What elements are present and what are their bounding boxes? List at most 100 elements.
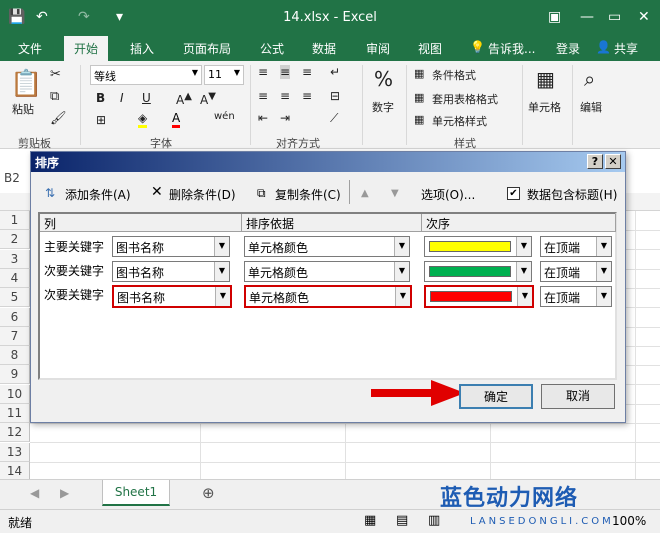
align-center-icon[interactable]: ≡ <box>280 89 290 103</box>
cells-label[interactable]: 单元格 <box>528 99 561 115</box>
row-header[interactable]: 5 <box>0 288 30 308</box>
align-left-icon[interactable]: ≡ <box>258 89 268 103</box>
row-header[interactable]: 2 <box>0 230 30 250</box>
font-name-select[interactable]: 等线 ▼ <box>90 65 202 85</box>
header-checkbox[interactable]: ✔ <box>507 187 520 200</box>
row-header[interactable]: 4 <box>0 268 30 288</box>
copy-icon[interactable]: ⧉ <box>50 89 59 104</box>
cond-format-icon[interactable]: ▦ <box>414 67 424 80</box>
column-select[interactable]: 图书名称 ▼ <box>112 261 230 282</box>
page-break-view-icon[interactable]: ▥ <box>428 513 440 528</box>
restore-icon[interactable]: ▭ <box>608 8 621 26</box>
merge-cells-icon[interactable]: ⊟ <box>330 89 340 103</box>
normal-view-icon[interactable]: ▦ <box>364 513 376 528</box>
column-select[interactable]: 图书名称 ▼ <box>112 236 230 257</box>
paste-label[interactable]: 粘贴 <box>12 101 34 117</box>
name-box[interactable]: B2 <box>4 167 30 189</box>
tab-review[interactable]: 审阅 <box>366 40 390 57</box>
percent-icon[interactable]: % <box>374 67 393 91</box>
prev-sheet-icon[interactable]: ◀ <box>30 486 39 500</box>
row-header[interactable]: 6 <box>0 307 30 327</box>
minimize-icon[interactable]: — <box>580 8 594 26</box>
cell-style-icon[interactable]: ▦ <box>414 113 424 126</box>
wrap-text-icon[interactable]: ↵ <box>330 65 340 79</box>
order-select[interactable]: 在顶端 ▼ <box>540 286 612 307</box>
table-format-icon[interactable]: ▦ <box>414 91 424 104</box>
sort-on-select[interactable]: 单元格颜色 ▼ <box>244 285 412 308</box>
sheet-tab-sheet1[interactable]: Sheet1 <box>102 480 170 506</box>
tab-formulas[interactable]: 公式 <box>260 40 284 57</box>
cut-icon[interactable]: ✂ <box>50 67 61 82</box>
zoom-level[interactable]: 100% <box>612 514 646 528</box>
color-select[interactable]: ▼ <box>424 261 532 282</box>
tab-insert[interactable]: 插入 <box>130 40 154 57</box>
tab-page-layout[interactable]: 页面布局 <box>183 40 231 57</box>
add-level-button[interactable]: 添加条件(A) <box>65 186 131 203</box>
share-button[interactable]: 共享 <box>614 40 638 57</box>
dialog-help-button[interactable]: ? <box>587 154 603 169</box>
row-header[interactable]: 7 <box>0 326 30 346</box>
underline-button[interactable]: U <box>142 91 151 105</box>
font-size-select[interactable]: 11 ▼ <box>204 65 244 85</box>
row-header[interactable]: 9 <box>0 365 30 385</box>
row-header[interactable]: 3 <box>0 249 30 269</box>
move-up-icon[interactable]: ▲ <box>361 188 369 199</box>
indent-decrease-icon[interactable]: ⇤ <box>258 111 268 125</box>
italic-button[interactable]: I <box>120 91 124 105</box>
cancel-button[interactable]: 取消 <box>541 384 615 409</box>
row-header[interactable]: 1 <box>0 211 30 230</box>
tab-file[interactable]: 文件 <box>18 40 42 57</box>
phonetic-icon[interactable]: wén <box>214 111 235 122</box>
share-icon[interactable]: 👤 <box>596 40 611 54</box>
align-middle-icon[interactable]: ≡ <box>280 65 291 79</box>
color-select[interactable]: ▼ <box>424 236 532 257</box>
table-format-button[interactable]: 套用表格格式 <box>432 91 498 107</box>
cell-style-button[interactable]: 单元格样式 <box>432 113 487 129</box>
close-icon[interactable]: ✕ <box>638 8 650 26</box>
indent-increase-icon[interactable]: ⇥ <box>280 111 290 125</box>
column-select[interactable]: 图书名称 ▼ <box>112 285 232 308</box>
align-bottom-icon[interactable]: ≡ <box>302 65 312 79</box>
align-right-icon[interactable]: ≡ <box>302 89 312 103</box>
row-header[interactable]: 8 <box>0 346 30 366</box>
shrink-font-icon[interactable]: A▼ <box>200 91 216 107</box>
tab-data[interactable]: 数据 <box>312 40 336 57</box>
cond-format-button[interactable]: 条件格式 <box>432 67 476 83</box>
sort-on-select[interactable]: 单元格颜色 ▼ <box>244 261 410 282</box>
cells-icon[interactable]: ▦ <box>536 67 555 91</box>
number-label[interactable]: 数字 <box>372 99 394 115</box>
add-sheet-icon[interactable]: ⊕ <box>202 484 215 502</box>
bold-button[interactable]: B <box>96 91 105 105</box>
order-select[interactable]: 在顶端 ▼ <box>540 236 612 257</box>
tell-me-box[interactable]: 告诉我... <box>488 40 535 57</box>
row-header[interactable]: 10 <box>0 384 30 404</box>
next-sheet-icon[interactable]: ▶ <box>60 486 69 500</box>
row-header[interactable]: 13 <box>0 442 30 462</box>
edit-label[interactable]: 编辑 <box>580 99 602 115</box>
border-icon[interactable]: ⊞ <box>96 113 106 127</box>
format-painter-icon[interactable]: 🖌 <box>50 111 67 126</box>
move-down-icon[interactable]: ▼ <box>391 188 399 199</box>
order-select[interactable]: 在顶端 ▼ <box>540 261 612 282</box>
color-select[interactable]: ▼ <box>424 285 534 308</box>
sort-on-select[interactable]: 单元格颜色 ▼ <box>244 236 410 257</box>
fill-color-icon[interactable]: ◈ <box>138 111 148 128</box>
dialog-close-button[interactable]: ✕ <box>605 154 621 169</box>
tab-home[interactable]: 开始 <box>64 36 109 61</box>
login-link[interactable]: 登录 <box>556 40 580 57</box>
ok-button[interactable]: 确定 <box>459 384 533 409</box>
tab-view[interactable]: 视图 <box>418 40 442 57</box>
row-header[interactable]: 12 <box>0 423 30 443</box>
delete-level-button[interactable]: 删除条件(D) <box>169 186 236 203</box>
align-top-icon[interactable]: ≡ <box>258 65 268 79</box>
row-header[interactable]: 11 <box>0 404 30 423</box>
grow-font-icon[interactable]: A▲ <box>176 91 192 107</box>
options-button[interactable]: 选项(O)... <box>421 186 475 203</box>
ribbon-display-icon[interactable]: ▣ <box>548 8 561 26</box>
font-color-icon[interactable]: A <box>172 111 181 128</box>
page-layout-view-icon[interactable]: ▤ <box>396 513 408 528</box>
search-icon[interactable]: ⌕ <box>584 67 595 91</box>
copy-level-button[interactable]: 复制条件(C) <box>275 186 341 203</box>
orientation-icon[interactable]: ⟋ <box>330 111 338 126</box>
paste-icon[interactable]: 📋 <box>10 69 42 99</box>
